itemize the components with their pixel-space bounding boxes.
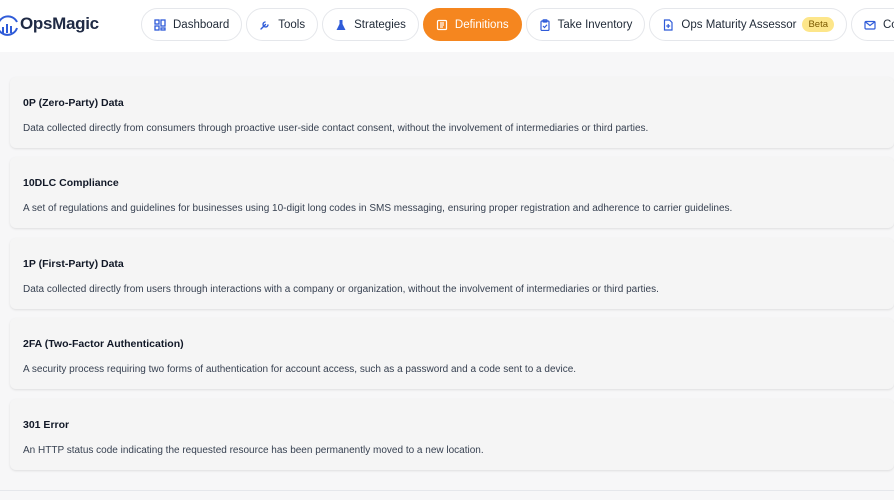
definition-term: 301 Error — [23, 419, 70, 431]
nav-definitions-label: Definitions — [454, 18, 509, 31]
grid-icon — [154, 18, 166, 31]
nav-contact-label: Contact — [883, 18, 894, 31]
nav-contact[interactable]: Contact — [851, 8, 894, 41]
mail-icon — [864, 19, 876, 31]
flask-icon — [335, 19, 347, 31]
brand-name: OpsMagic — [20, 14, 99, 33]
definition-card[interactable]: 301 Error An HTTP status code indicating… — [10, 399, 894, 470]
nav-strategies[interactable]: Strategies — [322, 8, 419, 41]
definition-text: An HTTP status code indicating the reque… — [23, 445, 484, 456]
definition-term: 2FA (Two-Factor Authentication) — [23, 338, 184, 350]
nav-strategies-label: Strategies — [354, 18, 406, 31]
definition-card[interactable]: 10DLC Compliance A set of regulations an… — [10, 157, 894, 228]
nav-dashboard[interactable]: Dashboard — [141, 8, 243, 41]
nav-tools[interactable]: Tools — [246, 8, 319, 41]
definition-card[interactable]: 2FA (Two-Factor Authentication) A securi… — [10, 318, 894, 389]
definition-term: 1P (First-Party) Data — [23, 258, 124, 270]
definition-text: Data collected directly from consumers t… — [23, 123, 649, 134]
nav-definitions[interactable]: Definitions — [422, 8, 522, 41]
nav-ops-maturity-label: Ops Maturity Assessor — [681, 18, 797, 31]
nav-tools-label: Tools — [278, 18, 306, 31]
opsmagic-logo-icon — [0, 15, 18, 36]
definition-term: 10DLC Compliance — [23, 177, 119, 189]
wrench-icon — [259, 19, 271, 31]
definition-text: A set of regulations and guidelines for … — [23, 203, 733, 214]
definition-text: A security process requiring two forms o… — [23, 364, 577, 375]
document-icon — [662, 18, 674, 31]
main-nav: Dashboard Tools Strategies Definitions T… — [141, 8, 894, 41]
definitions-list: 0P (Zero-Party) Data Data collected dire… — [0, 52, 894, 500]
nav-ops-maturity-assessor[interactable]: Ops Maturity Assessor Beta — [649, 8, 847, 41]
divider — [0, 490, 894, 491]
book-icon — [436, 19, 448, 31]
nav-take-inventory-label: Take Inventory — [557, 18, 633, 31]
definition-text: Data collected directly from users throu… — [23, 284, 659, 295]
nav-dashboard-label: Dashboard — [173, 18, 230, 31]
definition-card[interactable]: 1P (First-Party) Data Data collected dir… — [10, 238, 894, 309]
clipboard-icon — [539, 18, 551, 31]
beta-badge: Beta — [802, 17, 834, 32]
definition-term: 0P (Zero-Party) Data — [23, 97, 124, 109]
top-navigation-bar: OpsMagic Dashboard Tools Strategies Defi… — [0, 0, 894, 52]
nav-take-inventory[interactable]: Take Inventory — [525, 8, 646, 41]
definition-card[interactable]: 0P (Zero-Party) Data Data collected dire… — [10, 77, 894, 148]
brand-logo[interactable]: OpsMagic — [0, 10, 99, 38]
